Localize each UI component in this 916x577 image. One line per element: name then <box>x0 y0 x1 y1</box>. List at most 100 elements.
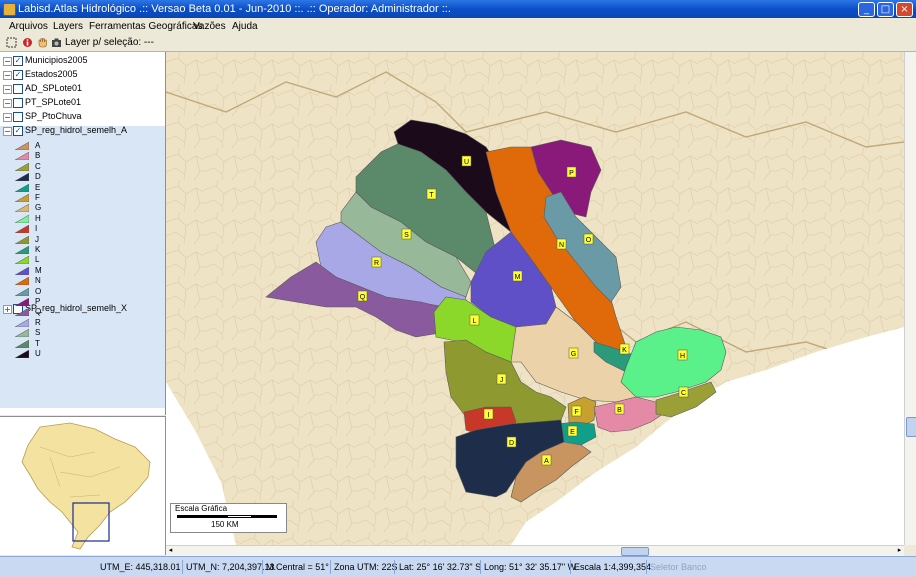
legend-label: H <box>35 213 41 223</box>
legend-swatch <box>15 204 29 213</box>
layer-item[interactable]: − AD_SPLote01 <box>0 82 165 96</box>
toolbar: Layer p/ seleção: --- <box>0 35 916 52</box>
scale-label: 150 KM <box>211 520 239 529</box>
overview-map[interactable] <box>0 416 166 555</box>
legend-swatch <box>15 194 29 202</box>
legend-label: O <box>35 286 42 296</box>
legend-item: K <box>5 245 155 255</box>
menu-layers[interactable]: Layers <box>53 21 83 32</box>
legend-item: G <box>5 203 155 213</box>
region-label: B <box>617 407 622 414</box>
legend-item: H <box>5 214 155 224</box>
minimize-button[interactable]: _ <box>858 2 875 17</box>
menu-ajuda[interactable]: Ajuda <box>232 21 258 32</box>
legend-label: J <box>35 234 39 244</box>
expand-toggle-icon[interactable]: − <box>3 71 12 80</box>
legend-item: N <box>5 276 155 286</box>
expand-toggle-icon[interactable]: − <box>3 85 12 94</box>
layer-item[interactable]: − PT_SPLote01 <box>0 96 165 110</box>
expand-toggle-icon[interactable]: − <box>3 113 12 122</box>
region-label: C <box>681 390 686 397</box>
legend-swatch <box>15 173 29 182</box>
camera-icon[interactable] <box>51 37 62 48</box>
map-view[interactable]: U P T N O S R Q M L G K H J I F E B C D A <box>166 52 904 545</box>
layer-name: Estados2005 <box>25 69 78 79</box>
legend-label: E <box>35 182 41 192</box>
scroll-left-arrow[interactable]: ◂ <box>166 546 175 555</box>
region-label: R <box>374 260 379 267</box>
legend-swatch <box>15 298 29 306</box>
legend-swatch <box>15 266 29 275</box>
legend-swatch <box>15 308 29 317</box>
legend-item: L <box>5 255 155 265</box>
horizontal-scrollbar[interactable]: ◂ ▸ <box>166 545 904 556</box>
layer-item[interactable]: − ✓ Estados2005 <box>0 68 165 82</box>
hand-icon[interactable] <box>37 37 48 48</box>
select-icon[interactable] <box>6 37 17 48</box>
status-longitude: Long: 51° 32' 35.17" W <box>484 562 577 572</box>
region-label: E <box>570 429 575 436</box>
expand-toggle-icon[interactable]: − <box>3 127 12 136</box>
title-bar: Labisd.Atlas Hidrológico .:: Versao Beta… <box>0 0 916 18</box>
layer-checkbox[interactable] <box>13 98 23 108</box>
legend-swatch <box>15 277 29 286</box>
status-latitude: Lat: 25° 16' 32.73" S <box>399 562 482 572</box>
legend-swatch <box>15 287 29 296</box>
layer-checkbox[interactable]: ✓ <box>13 126 23 136</box>
legend-swatch <box>15 350 29 358</box>
layer-checkbox[interactable]: ✓ <box>13 70 23 80</box>
scale-title: Escala Gráfica <box>175 504 228 513</box>
legend-item: D <box>5 172 155 182</box>
legend-swatch <box>15 339 29 348</box>
region-label: T <box>429 192 434 199</box>
layer-item[interactable]: − ✓ Municipios2005 <box>0 54 165 68</box>
layer-name: PT_SPLote01 <box>25 97 82 107</box>
vertical-scrollbar[interactable] <box>904 52 916 545</box>
layer-name: SP_PtoChuva <box>25 111 82 121</box>
legend-label: C <box>35 161 41 171</box>
legend-item: A <box>5 141 155 151</box>
menu-arquivos[interactable]: Arquivos <box>9 21 48 32</box>
menu-bar: Arquivos Layers Ferramentas Geográficas … <box>0 18 916 36</box>
layer-item[interactable]: − ✓ SP_reg_hidrol_semelh_A <box>0 124 165 138</box>
legend-item: B <box>5 151 155 161</box>
legend-swatch <box>15 256 29 265</box>
legend-label: D <box>35 172 41 182</box>
maximize-button[interactable]: □ <box>877 2 894 17</box>
layer-item[interactable]: − SP_PtoChuva <box>0 110 165 124</box>
region-label: I <box>488 412 490 419</box>
layer-checkbox[interactable] <box>13 112 23 122</box>
legend-swatch <box>15 235 29 244</box>
scroll-right-arrow[interactable]: ▸ <box>895 546 904 555</box>
legend-label: G <box>35 203 42 213</box>
legend-item: R <box>5 318 155 328</box>
legend-swatch <box>15 214 29 223</box>
region-label: J <box>500 377 504 384</box>
region-label: U <box>464 159 469 166</box>
map-canvas[interactable]: U P T N O S R Q M L G K H J I F E B C D A <box>166 52 904 545</box>
layer-checkbox[interactable] <box>13 84 23 94</box>
status-scale: Escala 1:4,399,354 <box>574 562 652 572</box>
menu-ferramentas[interactable]: Ferramentas Geográficas <box>89 21 202 32</box>
region-label: M <box>515 274 521 281</box>
legend-item: S <box>5 328 155 338</box>
region-label: K <box>622 347 627 354</box>
vertical-scroll-thumb[interactable] <box>906 417 916 437</box>
close-button[interactable]: × <box>896 2 913 17</box>
status-meridian: M.Central = 51° <box>266 562 329 572</box>
menu-vazoes[interactable]: Vazões <box>193 21 226 32</box>
legend-label: T <box>35 338 40 348</box>
legend-swatch <box>15 318 29 327</box>
legend-label: N <box>35 276 41 286</box>
legend-label: K <box>35 245 41 254</box>
app-icon <box>3 3 16 16</box>
info-icon[interactable] <box>22 37 33 48</box>
brazil-overview <box>21 422 151 550</box>
legend-label: A <box>35 141 41 150</box>
expand-toggle-icon[interactable]: − <box>3 57 12 66</box>
layer-name: AD_SPLote01 <box>25 83 83 93</box>
horizontal-scroll-thumb[interactable] <box>621 547 649 556</box>
bank-selector[interactable]: Seletor Banco <box>650 562 707 572</box>
layer-checkbox[interactable]: ✓ <box>13 56 23 66</box>
expand-toggle-icon[interactable]: − <box>3 99 12 108</box>
